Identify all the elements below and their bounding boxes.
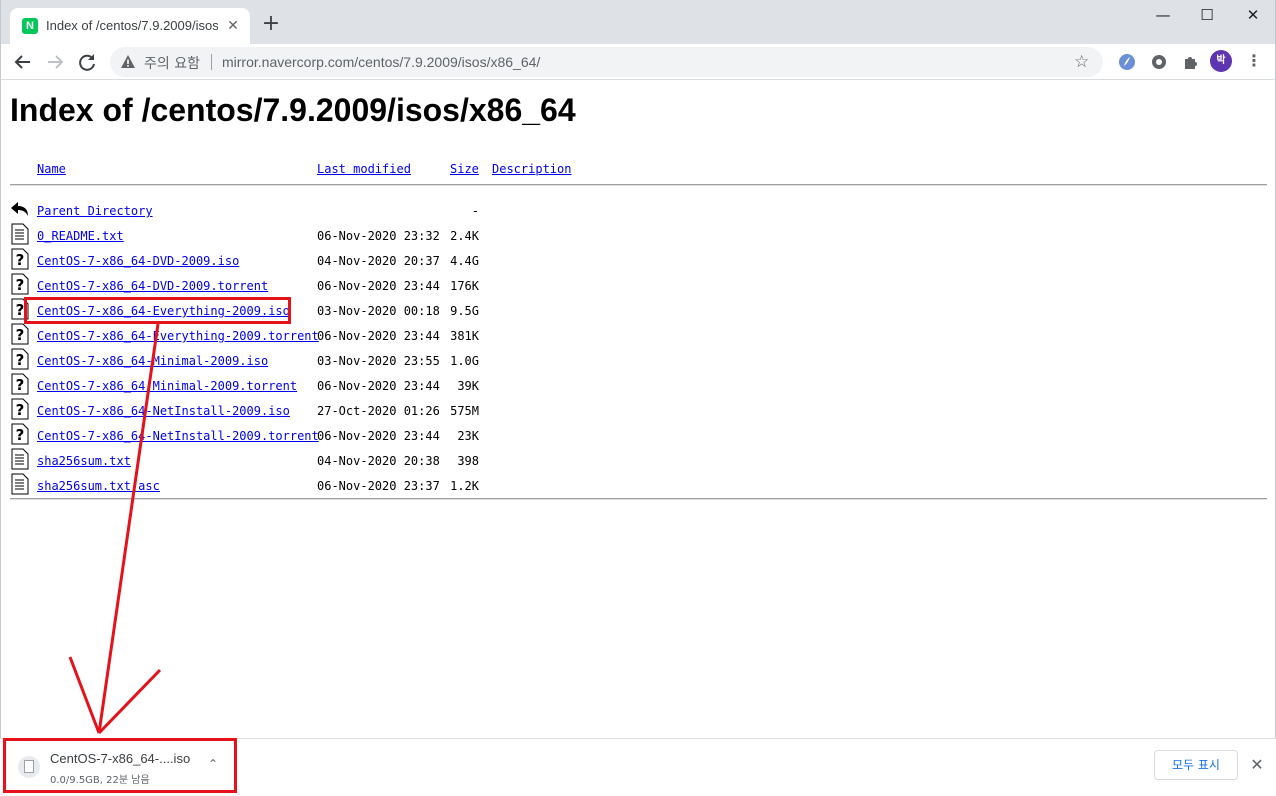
table-row: ? CentOS-7-x86_64-DVD-2009.iso 04-Nov-2020… (1, 248, 1267, 279)
url-text[interactable]: mirror.navercorp.com/centos/7.9.2009/iso… (222, 54, 540, 70)
file-link[interactable]: sha256sum.txt.asc (37, 479, 160, 493)
svg-text:?: ? (16, 251, 25, 269)
unknown-file-icon: ? (10, 398, 30, 420)
table-row: sha256sum.txt.asc 06-Nov-2020 23:37 1.2K (1, 473, 1267, 504)
file-link[interactable]: CentOS-7-x86_64-Minimal-2009.iso (37, 354, 268, 368)
maximize-button[interactable]: ☐ (1184, 0, 1230, 30)
text-file-icon (10, 448, 30, 470)
file-size: 9.5G (450, 304, 479, 318)
table-row: ? CentOS-7-x86_64-Minimal-2009.torrent 06-… (1, 373, 1267, 404)
back-arrow-icon[interactable] (9, 48, 37, 76)
unknown-file-icon: ? (10, 348, 30, 370)
file-size: 1.2K (450, 479, 479, 493)
gear-extension-icon[interactable] (1146, 49, 1172, 75)
show-all-button[interactable]: 모두 표시 (1154, 750, 1238, 780)
naver-favicon-icon: N (22, 18, 38, 34)
table-row: ? CentOS-7-x86_64-NetInstall-2009.torrent… (1, 423, 1267, 454)
table-row: ? CentOS-7-x86_64-DVD-2009.torrent 06-Nov-… (1, 273, 1267, 304)
address-bar[interactable]: 주의 요함 mirror.navercorp.com/centos/7.9.20… (110, 47, 1103, 77)
file-size: 381K (450, 329, 479, 343)
file-link[interactable]: 0_README.txt (37, 229, 124, 243)
bottom-divider (10, 498, 1267, 500)
profile-avatar[interactable]: 박 (1210, 50, 1232, 72)
forward-arrow-icon[interactable] (41, 48, 69, 76)
download-status: 0.0/9.5GB, 22분 남음 (50, 775, 150, 786)
svg-text:?: ? (16, 326, 25, 344)
file-download-icon (18, 756, 40, 778)
column-header-last-modified[interactable]: Last modified (317, 162, 411, 176)
security-warning-label[interactable]: 주의 요함 (144, 53, 200, 73)
file-size: 398 (457, 454, 479, 468)
file-size: 4.4G (450, 254, 479, 268)
download-item[interactable]: CentOS-7-x86_64-....iso 0.0/9.5GB, 22분 남… (8, 743, 230, 791)
file-link[interactable]: CentOS-7-x86_64-DVD-2009.iso (37, 254, 239, 268)
text-file-icon (10, 223, 30, 245)
back-arrow-icon (10, 198, 30, 220)
page-title: Index of /centos/7.9.2009/isos/x86_64 (10, 92, 576, 128)
file-link[interactable]: CentOS-7-x86_64-Everything-2009.torrent (37, 329, 319, 343)
svg-text:?: ? (16, 376, 25, 394)
svg-text:?: ? (16, 301, 25, 319)
window-close-button[interactable]: ✕ (1230, 0, 1276, 30)
svg-text:?: ? (16, 276, 25, 294)
file-link[interactable]: Parent Directory (37, 204, 153, 218)
file-link[interactable]: CentOS-7-x86_64-Minimal-2009.torrent (37, 379, 297, 393)
svg-text:?: ? (16, 401, 25, 419)
table-row: 0_README.txt 06-Nov-2020 23:32 2.4K (1, 223, 1267, 254)
text-file-icon (10, 473, 30, 495)
tab-close-icon[interactable]: ✕ (224, 17, 242, 35)
minimize-button[interactable]: — (1140, 0, 1186, 30)
file-link[interactable]: CentOS-7-x86_64-NetInstall-2009.torrent (37, 429, 319, 443)
menu-dots-icon[interactable]: ⋮ (1244, 48, 1264, 74)
table-row: ? CentOS-7-x86_64-Everything-2009.torrent… (1, 323, 1267, 354)
table-row: ? CentOS-7-x86_64-NetInstall-2009.iso 27-O… (1, 398, 1267, 429)
omnibox-divider (211, 54, 212, 70)
svg-text:?: ? (16, 351, 25, 369)
unknown-file-icon: ? (10, 248, 30, 270)
new-tab-button[interactable]: + (259, 12, 283, 36)
table-row: Parent Directory - (1, 202, 1267, 229)
column-header-name[interactable]: Name (37, 162, 66, 176)
file-size: - (471, 204, 479, 218)
unknown-file-icon: ? (10, 423, 30, 445)
top-divider (10, 184, 1267, 186)
unknown-file-icon: ? (10, 273, 30, 295)
download-shelf: CentOS-7-x86_64-....iso 0.0/9.5GB, 22분 남… (0, 738, 1276, 796)
extension-logo-icon[interactable] (1114, 49, 1140, 75)
reload-icon[interactable] (73, 48, 101, 76)
chevron-up-icon[interactable]: ⌃ (204, 757, 222, 775)
file-size: 2.4K (450, 229, 479, 243)
file-size: 23K (457, 429, 479, 443)
file-size: 575M (450, 404, 479, 418)
file-size: 1.0G (450, 354, 479, 368)
file-link[interactable]: CentOS-7-x86_64-DVD-2009.torrent (37, 279, 268, 293)
tab-strip: N Index of /centos/7.9.2009/isos/x86_64 … (0, 0, 1276, 44)
table-row: ? CentOS-7-x86_64-Everything-2009.iso 03-N… (1, 298, 1267, 329)
file-link[interactable]: CentOS-7-x86_64-Everything-2009.iso (37, 304, 290, 318)
unknown-file-icon: ? (10, 298, 30, 320)
file-size: 176K (450, 279, 479, 293)
column-header-description[interactable]: Description (492, 162, 571, 176)
warning-triangle-icon[interactable] (120, 54, 136, 70)
browser-toolbar: 주의 요함 mirror.navercorp.com/centos/7.9.20… (0, 44, 1276, 80)
table-row: ? CentOS-7-x86_64-Minimal-2009.iso 03-Nov-… (1, 348, 1267, 379)
unknown-file-icon: ? (10, 373, 30, 395)
column-header-size[interactable]: Size (450, 162, 479, 176)
puzzle-extensions-icon[interactable] (1178, 49, 1204, 75)
file-link[interactable]: sha256sum.txt (37, 454, 131, 468)
file-link[interactable]: CentOS-7-x86_64-NetInstall-2009.iso (37, 404, 290, 418)
bookmark-star-icon[interactable]: ☆ (1074, 52, 1089, 72)
svg-text:?: ? (16, 426, 25, 444)
tab-title: Index of /centos/7.9.2009/isos/x86_64 (46, 18, 218, 33)
page-content: Index of /centos/7.9.2009/isos/x86_64 Na… (0, 80, 1276, 738)
table-row: sha256sum.txt 04-Nov-2020 20:38 398 (1, 448, 1267, 479)
file-size: 39K (457, 379, 479, 393)
unknown-file-icon: ? (10, 323, 30, 345)
close-shelf-icon[interactable]: ✕ (1246, 754, 1268, 776)
download-file-name: CentOS-7-x86_64-....iso (50, 751, 191, 766)
browser-tab[interactable]: N Index of /centos/7.9.2009/isos/x86_64 … (10, 8, 250, 44)
